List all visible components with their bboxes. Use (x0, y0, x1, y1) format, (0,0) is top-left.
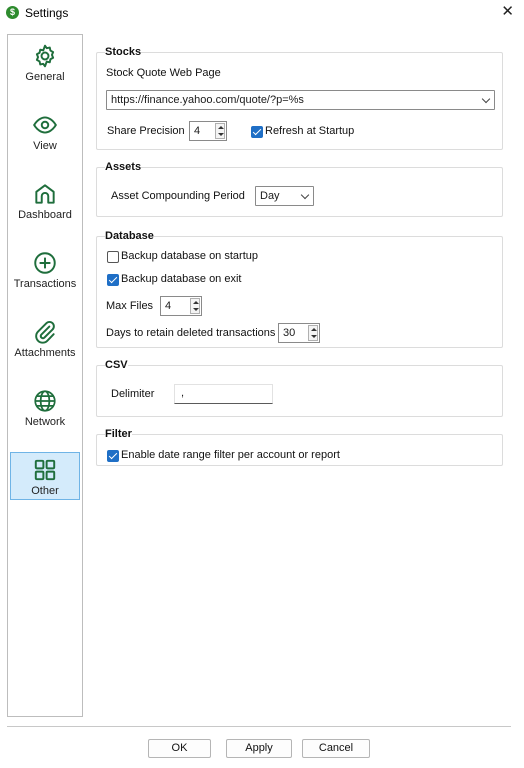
paperclip-icon (35, 320, 55, 344)
sidebar-item-label: Transactions (13, 278, 77, 290)
footer-divider (7, 726, 511, 727)
spinner-buttons[interactable] (215, 123, 225, 139)
backup-on-startup-checkbox[interactable] (107, 251, 119, 263)
delimiter-input[interactable]: , (174, 384, 273, 404)
stock-quote-url-combo[interactable]: https://finance.yahoo.com/quote/?p=%s (106, 90, 495, 110)
max-files-label: Max Files (106, 300, 154, 312)
grid-icon (34, 459, 56, 481)
sidebar-item-general[interactable]: General (10, 39, 80, 87)
sidebar-item-network[interactable]: Network (10, 384, 80, 432)
refresh-at-startup-checkbox[interactable] (251, 126, 263, 138)
retain-days-label: Days to retain deleted transactions (106, 327, 276, 339)
sidebar-item-transactions[interactable]: Transactions (10, 246, 80, 294)
date-range-filter-checkbox[interactable] (107, 450, 119, 462)
refresh-at-startup-label: Refresh at Startup (265, 125, 355, 137)
assets-section: Assets Asset Compounding Period Day (96, 161, 503, 217)
compounding-period-select[interactable]: Day (255, 186, 314, 206)
delimiter-label: Delimiter (111, 388, 155, 400)
ok-button[interactable]: OK (148, 739, 211, 758)
share-precision-value: 4 (194, 125, 201, 137)
filter-section: Filter Enable date range filter per acco… (96, 428, 503, 466)
max-files-spinner[interactable]: 4 (160, 296, 202, 316)
stocks-section: Stocks Stock Quote Web Page https://fina… (96, 46, 503, 150)
settings-sidebar: General View Dashboard Transactions Atta… (7, 34, 83, 717)
share-precision-spinner[interactable]: 4 (189, 121, 227, 141)
compounding-period-label: Asset Compounding Period (111, 190, 245, 202)
retain-days-value: 30 (283, 327, 296, 339)
share-precision-label: Share Precision (107, 125, 185, 137)
chevron-down-icon[interactable] (300, 190, 310, 200)
csv-title: CSV (105, 359, 128, 371)
stock-quote-url-value: https://finance.yahoo.com/quote/?p=%s (111, 94, 304, 106)
stock-quote-label: Stock Quote Web Page (106, 67, 221, 79)
backup-on-exit-label: Backup database on exit (121, 273, 242, 285)
compounding-period-value: Day (260, 190, 280, 202)
database-title: Database (105, 230, 154, 242)
max-files-value: 4 (165, 300, 172, 312)
sidebar-item-label: Dashboard (18, 209, 72, 221)
close-icon[interactable]: ✕ (501, 3, 514, 21)
plus-circle-icon (34, 252, 56, 274)
cancel-button[interactable]: Cancel (302, 739, 370, 758)
sidebar-item-label: Attachments (14, 347, 76, 359)
title-bar: $ Settings ✕ (0, 0, 524, 26)
spinner-buttons[interactable] (190, 298, 200, 314)
sidebar-item-label: Network (24, 416, 66, 428)
sidebar-item-other[interactable]: Other (10, 452, 80, 500)
backup-on-exit-checkbox[interactable] (107, 274, 119, 286)
sidebar-item-label: Other (31, 485, 59, 497)
stocks-title: Stocks (105, 46, 142, 58)
sidebar-item-attachments[interactable]: Attachments (10, 315, 80, 363)
window-title: Settings (25, 6, 69, 20)
apply-button[interactable]: Apply (226, 739, 292, 758)
database-section: Database Backup database on startup Back… (96, 230, 503, 348)
spinner-buttons[interactable] (308, 325, 318, 341)
sidebar-item-label: View (33, 140, 57, 152)
csv-section: CSV Delimiter , (96, 359, 503, 417)
backup-on-startup-label: Backup database on startup (121, 250, 258, 262)
sidebar-item-dashboard[interactable]: Dashboard (10, 177, 80, 225)
globe-icon (34, 390, 56, 412)
assets-title: Assets (105, 161, 142, 173)
chevron-down-icon[interactable] (481, 94, 491, 104)
date-range-filter-label: Enable date range filter per account or … (121, 449, 340, 461)
eye-icon (33, 116, 57, 134)
delimiter-value: , (181, 387, 185, 399)
gear-icon (35, 44, 55, 68)
app-icon: $ (6, 6, 19, 19)
retain-days-spinner[interactable]: 30 (278, 323, 320, 343)
filter-title: Filter (105, 428, 132, 440)
home-icon (35, 184, 55, 204)
sidebar-item-view[interactable]: View (10, 108, 80, 156)
sidebar-item-label: General (25, 71, 65, 83)
